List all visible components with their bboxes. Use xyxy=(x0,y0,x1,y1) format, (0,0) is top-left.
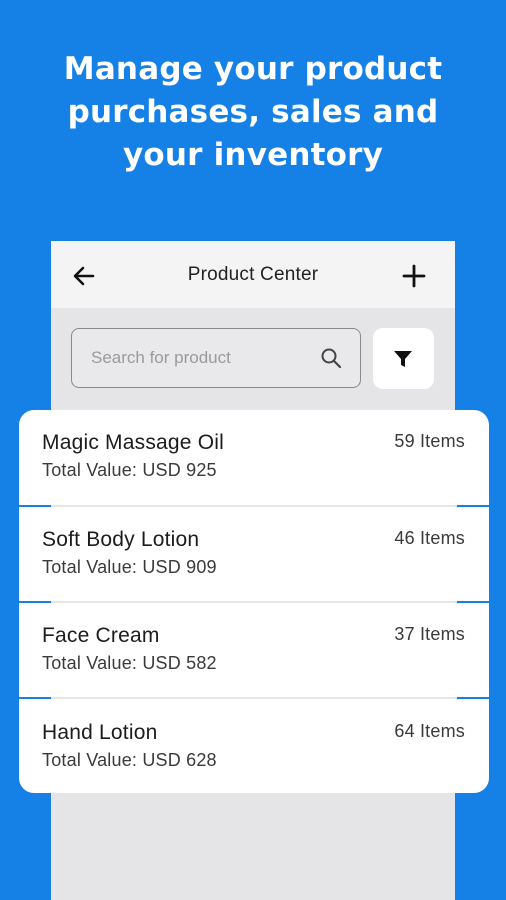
promo-headline-line-1: Manage your product xyxy=(63,51,443,87)
promo-headline-line-3: your inventory xyxy=(122,137,384,173)
app-bar: Product Center xyxy=(51,241,455,308)
divider-accent xyxy=(19,697,51,699)
arrow-left-icon[interactable] xyxy=(69,261,99,291)
promo-headline-line-2: purchases, sales and xyxy=(67,94,439,130)
product-name: Hand Lotion xyxy=(42,721,158,744)
product-total-value: Total Value: USD 925 xyxy=(42,460,217,480)
product-item-count: 46 Items xyxy=(394,528,465,548)
product-list: Magic Massage Oil Total Value: USD 925 5… xyxy=(19,410,489,793)
product-total-value: Total Value: USD 582 xyxy=(42,653,217,673)
product-row[interactable]: Hand Lotion Total Value: USD 628 64 Item… xyxy=(19,700,489,793)
product-row[interactable]: Face Cream Total Value: USD 582 37 Items xyxy=(19,603,489,699)
row-divider xyxy=(19,697,489,699)
promo-headline: Manage your product purchases, sales and… xyxy=(0,48,506,177)
product-row[interactable]: Soft Body Lotion Total Value: USD 909 46… xyxy=(19,507,489,603)
search-icon[interactable] xyxy=(320,347,342,369)
product-total-value: Total Value: USD 909 xyxy=(42,557,217,577)
search-input[interactable] xyxy=(91,329,311,386)
product-item-count: 37 Items xyxy=(394,624,465,644)
search-field[interactable] xyxy=(71,328,361,388)
divider-accent xyxy=(457,697,489,699)
filter-button[interactable] xyxy=(373,328,434,389)
plus-icon[interactable] xyxy=(399,261,429,291)
product-item-count: 59 Items xyxy=(394,431,465,451)
product-name: Face Cream xyxy=(42,624,160,647)
funnel-icon xyxy=(394,351,412,367)
page-title: Product Center xyxy=(187,264,319,285)
product-row[interactable]: Magic Massage Oil Total Value: USD 925 5… xyxy=(19,410,489,506)
product-total-value: Total Value: USD 628 xyxy=(42,750,217,770)
product-name: Soft Body Lotion xyxy=(42,528,200,551)
product-name: Magic Massage Oil xyxy=(42,431,224,454)
product-item-count: 64 Items xyxy=(394,721,465,741)
